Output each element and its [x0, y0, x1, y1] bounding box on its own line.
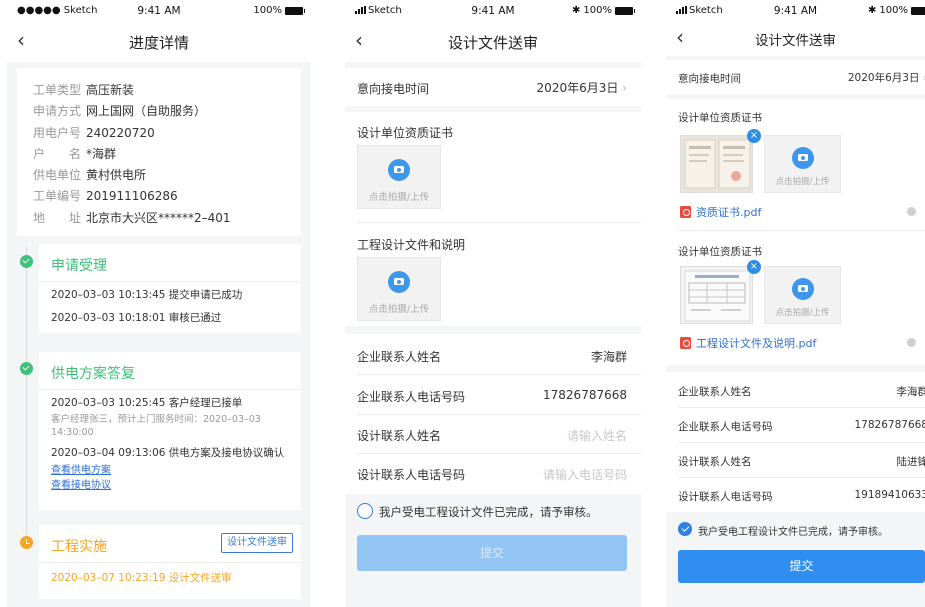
doc-label: 工程设计文件和说明 [357, 238, 466, 252]
camera-icon [791, 147, 814, 169]
event-text: 2020–03–03 10:18:01 审核已通过 [51, 312, 222, 324]
event-text: 2020–03–03 10:13:45 提交申请已成功 [51, 289, 243, 301]
bluetooth-icon: ✱ [868, 5, 877, 16]
progress-detail-screen: ●●●●● Sketch 9:41 AM 100% ‹ 进度详情 工单类型 高压新… [7, 0, 311, 607]
info-row-number: 工单编号 201911106286 [33, 189, 178, 204]
camera-icon [388, 271, 410, 293]
doc-thumbnail[interactable] [680, 266, 753, 324]
info-row-unit: 供电单位 黄村供电所 [33, 168, 147, 183]
view-agreement-link[interactable]: 查看接电协议 [51, 478, 291, 493]
chevron-right-icon: › [622, 81, 627, 95]
pdf-icon [680, 206, 691, 218]
delete-file-icon[interactable] [907, 338, 916, 347]
battery-icon [285, 6, 305, 15]
agree-checkbox[interactable] [357, 503, 373, 519]
document-image [684, 270, 751, 322]
status-bar: ●●●●● Sketch 9:41 AM 100% [7, 0, 311, 22]
cert-upload-box[interactable]: 点击拍摄/上传 [357, 145, 441, 209]
date-value: 2020年6月3日 [536, 81, 619, 95]
battery-percent: 100% [879, 5, 908, 16]
nav-bar: ‹ 进度详情 [7, 22, 311, 62]
remove-image-icon[interactable]: × [747, 260, 761, 274]
timeline-line [26, 246, 27, 536]
submit-button[interactable]: 提交 [357, 535, 627, 571]
connection-date-row[interactable]: 意向接电时间 2020年6月3日 › [666, 60, 925, 94]
delete-file-icon[interactable] [907, 207, 916, 216]
info-row-method: 申请方式 网上国网（自助服务） [33, 104, 207, 119]
design-review-screen-empty: Sketch 9:41 AM ✱ 100% ‹ 设计文件送审 意向接电时间 202… [345, 0, 641, 607]
battery-percent: 100% [253, 5, 282, 16]
agree-checkbox[interactable] [678, 522, 692, 536]
info-row-type: 工单类型 高压新装 [33, 83, 135, 97]
nav-bar: ‹ 设计文件送审 [345, 22, 641, 62]
connection-date-row[interactable]: 意向接电时间 2020年6月3日 › [345, 68, 641, 106]
design-review-screen-filled: Sketch 9:41 AM ✱ 100% ‹ 设计文件送审 意向接电时间 202… [666, 0, 925, 607]
pdf-icon [680, 337, 691, 349]
contact-section: 企业联系人姓名 李海群 企业联系人电话号码 17826787668 设计联系人姓… [666, 372, 925, 512]
upload-section: 设计单位资质证书 × 点击拍摄/上传 资质证书.pdf 设计单位资质证书 × 点… [666, 99, 925, 365]
clock-circle-icon [20, 536, 33, 549]
info-row-address: 地 址北京市大兴区******2–401 [33, 210, 231, 225]
date-value: 2020年6月3日 [847, 72, 920, 84]
stage-card-accepted: 申请受理 2020–03–03 10:13:45 提交申请已成功 2020–03… [39, 244, 301, 333]
document-image [684, 139, 751, 189]
status-bar: Sketch 9:41 AM ✱ 100% [345, 0, 641, 22]
check-circle-icon [20, 255, 33, 268]
contact-name-value[interactable]: 李海群 [591, 348, 627, 365]
event-subtext: 客户经理张三，预计上门服务时间：2020–03–03 14:30:00 [51, 414, 261, 438]
page-title: 设计文件送审 [447, 34, 538, 52]
agree-text: 我户受电工程设计文件已完成，请予审核。 [379, 505, 598, 519]
stage-title: 申请受理 [51, 258, 107, 274]
contact-phone-value[interactable]: 17826787668 [543, 388, 627, 402]
page-title: 进度详情 [128, 34, 189, 52]
battery-icon [615, 6, 635, 15]
attached-file[interactable]: 资质证书.pdf [680, 204, 761, 220]
doc-upload-box[interactable]: 点击拍摄/上传 [357, 257, 441, 321]
designer-phone-input[interactable]: 请输入电话号码 [543, 466, 627, 483]
stage-title: 工程实施 [51, 539, 107, 555]
stage-title: 供电方案答复 [51, 366, 135, 382]
bluetooth-icon: ✱ [572, 5, 581, 16]
submit-design-docs-button[interactable]: 设计文件送审 [221, 533, 293, 553]
event-text: 2020–03–04 09:13:06 供电方案及接电协议确认 [51, 447, 285, 459]
check-circle-icon [20, 362, 33, 375]
camera-icon [791, 278, 814, 300]
cert-upload-box[interactable]: 点击拍摄/上传 [764, 135, 841, 193]
info-row-name: 户 名 *海群 [33, 146, 117, 161]
agree-text: 我户受电工程设计文件已完成，请予审核。 [698, 527, 888, 538]
contact-phone-value[interactable]: 17826787668 [855, 419, 925, 431]
status-bar: Sketch 9:41 AM ✱ 100% [666, 0, 925, 22]
designer-name-input[interactable]: 请输入姓名 [567, 427, 627, 444]
doc-upload-box[interactable]: 点击拍摄/上传 [764, 266, 841, 324]
order-info-card: 工单类型 高压新装 申请方式 网上国网（自助服务） 用电户号 240220720 户 … [17, 68, 301, 236]
remove-image-icon[interactable]: × [747, 129, 761, 143]
submit-button[interactable]: 提交 [678, 550, 925, 583]
event-text: 2020–03–03 10:25:45 客户经理已接单 [51, 397, 243, 409]
stage-card-plan-reply: 供电方案答复 2020–03–03 10:25:45 客户经理已接单 客户经理张… [39, 352, 301, 510]
cert-thumbnail[interactable] [680, 135, 753, 193]
camera-icon [388, 159, 410, 181]
attached-file[interactable]: 工程设计文件及说明.pdf [680, 335, 816, 351]
info-row-account: 用电户号 240220720 [33, 125, 155, 140]
cert-label: 设计单位资质证书 [357, 126, 454, 140]
contact-section: 企业联系人姓名 李海群 企业联系人电话号码 17826787668 设计联系人姓… [345, 334, 641, 494]
stage-card-construction: 工程实施 设计文件送审 2020–03–07 10:23:19 设计文件送审 [39, 525, 301, 599]
upload-section: 设计单位资质证书 点击拍摄/上传 工程设计文件和说明 点击拍摄/上传 [345, 112, 641, 326]
designer-name-value[interactable]: 陆进锋 [897, 454, 925, 469]
event-text: 2020–03–07 10:23:19 设计文件送审 [51, 572, 232, 584]
nav-bar: ‹ 设计文件送审 [666, 22, 925, 56]
contact-name-value[interactable]: 李海群 [897, 384, 925, 399]
cert-label-2: 设计单位资质证书 [678, 246, 762, 258]
page-title: 设计文件送审 [755, 33, 836, 49]
battery-icon [911, 6, 925, 15]
view-plan-link[interactable]: 查看供电方案 [51, 463, 291, 478]
cert-label: 设计单位资质证书 [678, 112, 762, 124]
designer-phone-value[interactable]: 19189410633 [855, 489, 925, 501]
battery-percent: 100% [583, 5, 612, 16]
